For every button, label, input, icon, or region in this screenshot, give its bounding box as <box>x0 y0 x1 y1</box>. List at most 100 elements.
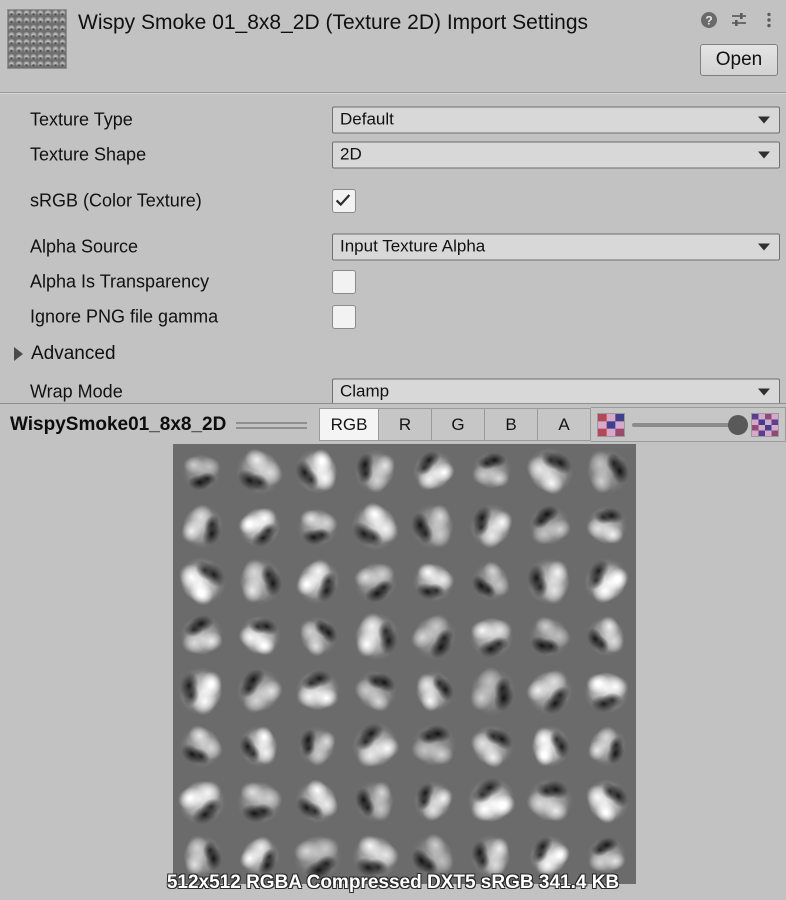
sprite-frame <box>288 774 347 829</box>
sprite-frame <box>404 444 463 499</box>
property-row-texture-shape: Texture Shape 2D <box>0 137 786 172</box>
dropdown-value: Input Texture Alpha <box>340 236 486 256</box>
sprite-frame <box>173 774 231 829</box>
sprite-frame <box>520 609 579 664</box>
chevron-down-icon <box>758 151 770 158</box>
property-label: Alpha Is Transparency <box>30 271 210 291</box>
smoke-sprite <box>578 554 636 609</box>
smoke-sprite <box>404 719 463 774</box>
property-list: Texture Type Default Texture Shape 2D sRGB (… <box>0 102 786 409</box>
advanced-foldout[interactable]: Advanced <box>0 334 786 374</box>
sprite-frame <box>578 444 636 499</box>
smoke-sprite <box>230 444 289 499</box>
thumbnail-cell <box>51 24 59 32</box>
thumbnail-cell <box>29 60 37 68</box>
chevron-right-icon[interactable] <box>14 347 23 361</box>
thumbnail-cell <box>58 53 66 61</box>
texture-thumbnail[interactable] <box>7 9 67 69</box>
channel-g[interactable]: G <box>431 408 484 441</box>
thumbnail-cell <box>58 10 66 18</box>
thumbnail-cell <box>8 31 16 39</box>
sprite-frame <box>288 609 347 664</box>
chevron-down-icon <box>758 388 770 395</box>
property-row-alpha-source: Alpha Source Input Texture Alpha <box>0 229 786 264</box>
alpha-source-dropdown[interactable]: Input Texture Alpha <box>332 233 780 260</box>
thumbnail-cell <box>51 46 59 54</box>
sprite-frame <box>404 774 463 829</box>
smoke-sprite <box>288 774 347 829</box>
thumbnail-cell <box>58 17 66 25</box>
ignore-png-file-gamma-checkbox[interactable] <box>332 304 356 329</box>
sprite-frame <box>346 664 405 719</box>
sprite-frame <box>288 554 347 609</box>
texture-type-dropdown[interactable]: Default <box>332 106 780 133</box>
row-spacer <box>0 172 786 183</box>
sprite-sheet-image[interactable] <box>173 444 636 884</box>
texture-shape-dropdown[interactable]: 2D <box>332 141 780 168</box>
channel-b[interactable]: B <box>484 408 537 441</box>
sprite-frame <box>289 664 347 719</box>
smoke-sprite <box>462 664 521 719</box>
sprite-frame <box>462 499 521 554</box>
channel-r[interactable]: R <box>378 408 431 441</box>
sprite-frame <box>230 664 289 719</box>
smoke-sprite <box>230 499 289 554</box>
smoke-sprite <box>462 609 521 664</box>
svg-text:?: ? <box>705 14 712 28</box>
thumbnail-cell <box>44 53 52 61</box>
sprite-frame <box>230 774 289 829</box>
smoke-sprite <box>520 664 579 719</box>
thumbnail-cell <box>51 31 59 39</box>
smoke-sprite <box>173 719 231 774</box>
sprite-frame <box>346 609 405 664</box>
smoke-sprite <box>346 719 405 774</box>
thumbnail-cell <box>37 60 45 68</box>
open-button[interactable]: Open <box>700 44 778 76</box>
chevron-down-icon <box>758 116 770 123</box>
alpha-is-transparency-checkbox[interactable] <box>332 269 356 294</box>
thumbnail-cell <box>37 10 45 18</box>
channel-a[interactable]: A <box>537 408 591 441</box>
check-icon <box>335 193 351 206</box>
thumbnail-cell <box>37 17 45 25</box>
thumbnail-cell <box>29 10 37 18</box>
advanced-foldout-label: Advanced <box>31 343 116 364</box>
thumbnail-cell <box>44 31 52 39</box>
sprite-frame <box>173 719 231 774</box>
thumbnail-cell <box>22 39 30 47</box>
smoke-sprite <box>289 499 346 554</box>
sprite-frame <box>173 444 231 499</box>
dropdown-value: Clamp <box>340 381 390 401</box>
inspector-panel: Wispy Smoke 01_8x8_2D (Texture 2D) Impor… <box>0 0 786 410</box>
wrap-mode-dropdown[interactable]: Clamp <box>332 378 780 405</box>
channel-rgb[interactable]: RGB <box>319 408 378 441</box>
texture-preview-area[interactable]: 512x512 RGBA Compressed DXT5 sRGB 341.4 … <box>0 444 786 900</box>
dropdown-value: 2D <box>340 144 362 164</box>
srgb-color-texture-checkbox[interactable] <box>332 188 356 213</box>
sprite-frame <box>462 719 521 774</box>
more-menu-icon[interactable] <box>760 11 778 29</box>
sprite-frame <box>230 609 289 664</box>
help-icon[interactable]: ? <box>700 11 718 29</box>
thumbnail-cell <box>22 46 30 54</box>
texture-info-status: 512x512 RGBA Compressed DXT5 sRGB 341.4 … <box>166 872 620 893</box>
smoke-sprite <box>173 774 231 829</box>
smoke-sprite <box>520 609 579 664</box>
smoke-sprite <box>230 664 289 719</box>
smoke-sprite <box>346 444 405 499</box>
sprite-frame <box>462 444 520 499</box>
preview-drag-grip[interactable] <box>236 420 307 429</box>
smoke-sprite <box>173 554 231 609</box>
property-row-alpha-is-transparency: Alpha Is Transparency <box>0 264 786 299</box>
thumbnail-cell <box>29 53 37 61</box>
mip-level-slider[interactable] <box>632 414 748 436</box>
thumbnail-cell <box>44 60 52 68</box>
sprite-frame <box>346 444 405 499</box>
sprite-frame <box>520 719 578 774</box>
slider-handle[interactable] <box>728 414 748 435</box>
sprite-frame <box>346 719 405 774</box>
preset-icon[interactable] <box>730 11 748 29</box>
smoke-sprite <box>578 609 636 664</box>
smoke-sprite <box>404 554 463 609</box>
thumbnail-cell <box>22 17 30 25</box>
